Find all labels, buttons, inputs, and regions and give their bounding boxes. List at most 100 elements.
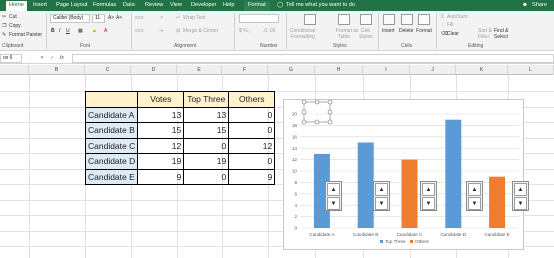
candidate-name-cell[interactable]: Candidate D (84, 153, 139, 170)
orientation-icon[interactable]: ↗ (159, 15, 163, 21)
wrap-text-button[interactable]: Wrap Text (183, 15, 205, 21)
votes-cell[interactable]: 12 (137, 137, 185, 154)
merge-center-button[interactable]: Merge & Center (183, 28, 218, 34)
spinner-down-button[interactable]: ▼ (422, 197, 435, 210)
column-header-e[interactable]: E (177, 65, 222, 75)
top-three-cell[interactable]: 19 (183, 153, 230, 170)
column-header-d[interactable]: D (131, 65, 177, 75)
column-header-b[interactable]: B (29, 65, 85, 75)
others-cell[interactable]: 0 (228, 106, 276, 123)
column-header-l[interactable]: L (508, 65, 554, 75)
underline-button[interactable]: U (66, 28, 70, 34)
decimal-icon[interactable]: .0 .00 (263, 28, 276, 34)
grow-font-icon[interactable]: A˃ (108, 15, 114, 21)
spinner-up-button[interactable]: ▲ (468, 183, 481, 196)
resize-handle (314, 100, 320, 105)
font-color-icon[interactable]: A (104, 28, 107, 34)
bold-button[interactable]: B (51, 28, 55, 34)
menu-bar: Home Insert Page Layout Formulas Data Re… (0, 0, 554, 11)
column-header-j[interactable]: J (410, 65, 456, 75)
share-button[interactable]: Share (532, 2, 547, 9)
tell-me-search[interactable]: Tell me what you want to do (286, 2, 355, 9)
tab-format[interactable]: Format (244, 1, 270, 11)
others-cell[interactable]: 0 (228, 153, 276, 170)
table-row: Candidate C 12 0 12 (84, 137, 276, 154)
align-top-icon[interactable]: ≡≡≡ (135, 15, 144, 21)
votes-cell[interactable]: 15 (137, 122, 185, 139)
font-size-dropdown[interactable]: 11 (92, 14, 105, 23)
align-left-icon[interactable]: ≡≡≡ (135, 28, 144, 34)
spinner-up-button[interactable]: ▲ (422, 183, 435, 196)
spinner-down-button[interactable]: ▼ (468, 197, 481, 210)
insert-cells-button[interactable]: Insert (382, 28, 395, 34)
tab-home[interactable]: Home (6, 1, 27, 11)
name-box[interactable]: ox 6 (0, 54, 22, 63)
tab-view[interactable]: View (170, 2, 182, 9)
votes-cell[interactable]: 13 (137, 106, 185, 123)
bar (489, 176, 506, 228)
top-three-cell[interactable]: 13 (183, 106, 230, 123)
formula-input[interactable] (72, 54, 554, 63)
spinner-down-button[interactable]: ▼ (327, 197, 340, 210)
header-cell-votes[interactable]: Votes (137, 91, 185, 108)
chart-area[interactable]: 0 2 4 6 8 10 12 14 16 18 20 Candidate A Candidate B C… (283, 99, 524, 250)
shrink-font-icon[interactable]: A˂ (116, 15, 122, 21)
tab-help[interactable]: Help (223, 2, 235, 9)
spinner-down-button[interactable]: ▼ (375, 197, 388, 210)
clear-button[interactable]: Clear (447, 31, 459, 37)
candidate-name-cell[interactable]: Candidate A (84, 106, 139, 123)
tab-review[interactable]: Review (145, 2, 163, 9)
tab-insert[interactable]: Insert (33, 2, 47, 9)
autosum-button[interactable]: AutoSum (447, 14, 468, 20)
fx-button[interactable]: fx (60, 55, 64, 61)
top-three-cell[interactable]: 15 (183, 122, 230, 139)
delete-cells-button[interactable]: Delete (399, 28, 413, 34)
fill-color-icon[interactable]: ▲ (92, 28, 97, 34)
others-cell[interactable]: 12 (228, 137, 276, 154)
column-header-i[interactable]: I (363, 65, 410, 75)
bar (357, 142, 374, 228)
cut-button[interactable]: Cut (9, 14, 17, 20)
cancel-icon[interactable]: ✕ (40, 55, 44, 61)
column-header-k[interactable]: K (456, 65, 508, 75)
legend-label: Others (415, 239, 429, 244)
candidate-name-cell[interactable]: Candidate B (84, 122, 139, 139)
spinner-up-button[interactable]: ▲ (327, 183, 340, 196)
votes-cell[interactable]: 19 (137, 153, 185, 170)
others-cell[interactable]: 9 (228, 168, 276, 185)
header-cell[interactable] (84, 91, 139, 108)
candidate-name-cell[interactable]: Candidate C (84, 137, 139, 154)
fill-button[interactable]: Fill (447, 22, 453, 28)
select-all-corner[interactable] (0, 65, 29, 75)
enter-icon[interactable]: ✓ (50, 55, 54, 61)
spinner-down-button[interactable]: ▼ (514, 197, 527, 210)
top-three-cell[interactable]: 0 (183, 168, 230, 185)
copy-button[interactable]: Copy (9, 23, 21, 29)
column-header-f[interactable]: F (222, 65, 268, 75)
font-name-dropdown[interactable]: Calibri (Body) (50, 14, 90, 23)
votes-cell[interactable]: 9 (137, 168, 185, 185)
tab-developer[interactable]: Developer (191, 2, 217, 9)
column-header-c[interactable]: C (85, 65, 131, 75)
italic-button[interactable]: I (59, 28, 60, 34)
tab-formulas[interactable]: Formulas (93, 2, 116, 9)
header-cell-top-three[interactable]: Top Three (183, 91, 230, 108)
header-cell-others[interactable]: Others (228, 91, 276, 108)
bar (445, 119, 462, 228)
column-header-g[interactable]: G (268, 65, 315, 75)
tab-data[interactable]: Data (123, 2, 135, 9)
currency-icon[interactable]: $ % , (239, 28, 250, 34)
top-three-cell[interactable]: 0 (183, 137, 230, 154)
format-cells-button[interactable]: Format (416, 28, 432, 34)
tab-page-layout[interactable]: Page Layout (56, 2, 87, 9)
others-cell[interactable]: 0 (228, 122, 276, 139)
format-painter-button[interactable]: Format Painter (9, 32, 42, 38)
borders-icon[interactable]: ▦ (78, 28, 83, 34)
number-format-dropdown[interactable] (239, 14, 279, 23)
column-header-h[interactable]: H (315, 65, 363, 75)
spinner-up-button[interactable]: ▲ (514, 183, 527, 196)
spinner-up-button[interactable]: ▲ (375, 183, 388, 196)
group-separator (436, 13, 437, 49)
indent-icon[interactable]: ⇥ (159, 28, 163, 34)
candidate-name-cell[interactable]: Candidate E (84, 168, 139, 185)
